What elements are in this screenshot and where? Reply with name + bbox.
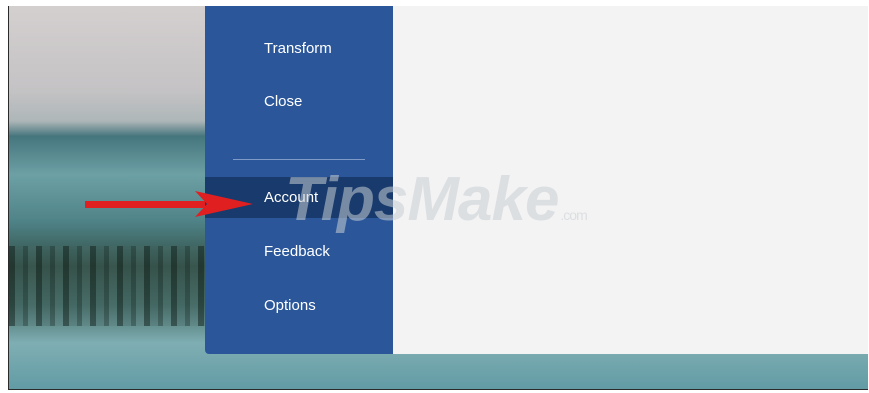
menu-item-close[interactable]: Close bbox=[205, 81, 393, 122]
backstage-content-pane bbox=[393, 6, 868, 354]
menu-item-transform[interactable]: Transform bbox=[205, 28, 393, 69]
menu-item-options[interactable]: Options bbox=[205, 285, 393, 326]
screenshot-frame: Transform Close Account Feedback Options… bbox=[8, 6, 868, 390]
menu-divider bbox=[233, 159, 365, 160]
red-arrow-icon bbox=[85, 191, 253, 217]
backstage-nav-menu: Transform Close Account Feedback Options bbox=[205, 6, 393, 354]
menu-item-feedback[interactable]: Feedback bbox=[205, 231, 393, 272]
